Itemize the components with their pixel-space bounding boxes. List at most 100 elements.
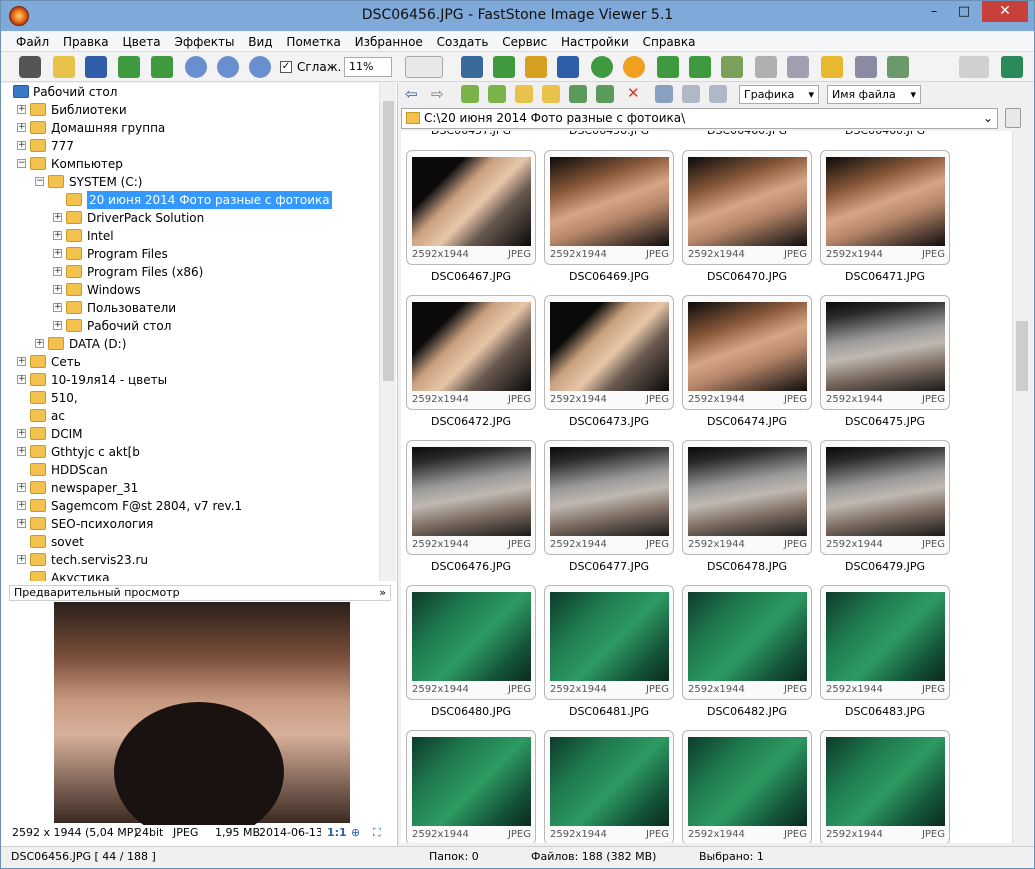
maximize-button[interactable]: □: [950, 1, 978, 22]
thumbnail-image[interactable]: [412, 302, 531, 391]
next-image-icon[interactable]: [151, 56, 173, 78]
thumbnail-card[interactable]: 2592x1944 JPEG: [820, 730, 950, 843]
menu-file[interactable]: Файл: [11, 32, 54, 52]
tree-item[interactable]: − Компьютер: [1, 155, 379, 173]
menu-tag[interactable]: Пометка: [281, 32, 345, 52]
expand-icon[interactable]: +: [53, 303, 62, 312]
forward-icon[interactable]: ⇨: [431, 85, 444, 103]
menu-view[interactable]: Вид: [243, 32, 277, 52]
layout-menu-icon[interactable]: [959, 56, 989, 78]
smooth-checkbox[interactable]: ✓: [280, 61, 292, 73]
tree-item[interactable]: + DCIM: [1, 425, 379, 443]
copy-to-icon[interactable]: [569, 85, 587, 103]
expand-icon[interactable]: +: [53, 267, 62, 276]
expand-icon[interactable]: +: [53, 321, 62, 330]
tree-item[interactable]: + DATA (D:): [1, 335, 379, 353]
menu-settings[interactable]: Настройки: [556, 32, 634, 52]
menu-favorites[interactable]: Избранное: [350, 32, 428, 52]
batch-convert-icon[interactable]: [557, 56, 579, 78]
tree-item[interactable]: 510,: [1, 389, 379, 407]
thumbnail-filename[interactable]: DSC06460.JPG: [820, 131, 950, 137]
thumbnail-card[interactable]: 2592x1944 JPEG: [544, 585, 674, 700]
collapse-icon[interactable]: −: [35, 177, 44, 186]
tree-item[interactable]: + tech.servis23.ru: [1, 551, 379, 569]
tree-item[interactable]: + newspaper_31: [1, 479, 379, 497]
tree-item[interactable]: + Sagemcom F@st 2804, v7 rev.1: [1, 497, 379, 515]
user-icon[interactable]: [591, 56, 613, 78]
thumbnail-image[interactable]: [688, 447, 807, 536]
expand-icon[interactable]: +: [53, 249, 62, 258]
slideshow-icon[interactable]: [461, 56, 483, 78]
tree-item[interactable]: + Program Files (x86): [1, 263, 379, 281]
save-icon[interactable]: [85, 56, 107, 78]
tree-scrollbar[interactable]: [379, 83, 396, 581]
fit-icon[interactable]: ⊕: [351, 825, 360, 841]
expand-icon[interactable]: +: [17, 105, 26, 114]
thumbnail-filename[interactable]: DSC06480.JPG: [406, 705, 536, 718]
collapse-icon[interactable]: −: [17, 159, 26, 168]
thumbnail-card[interactable]: 2592x1944 JPEG: [820, 440, 950, 555]
back-icon[interactable]: ⇦: [405, 85, 418, 103]
grid-scroll-thumb[interactable]: [1016, 321, 1028, 391]
tree-item[interactable]: Рабочий стол: [1, 83, 379, 101]
expand-icon[interactable]: +: [17, 501, 26, 510]
thumbnail-filename[interactable]: DSC06471.JPG: [820, 270, 950, 283]
thumbnail-filename[interactable]: DSC06473.JPG: [544, 415, 674, 428]
close-button[interactable]: ✕: [982, 1, 1028, 22]
thumbnail-card[interactable]: 2592x1944 JPEG: [406, 150, 536, 265]
thumbnail-image[interactable]: [550, 737, 669, 826]
tree-item[interactable]: + SEO-психология: [1, 515, 379, 533]
new-folder-icon[interactable]: [515, 85, 533, 103]
thumbnail-card[interactable]: 2592x1944 JPEG: [820, 150, 950, 265]
recycle-bin-icon[interactable]: [1005, 108, 1021, 128]
sort-dropdown[interactable]: Имя файла ▾: [827, 85, 921, 104]
compare-icon[interactable]: [755, 56, 777, 78]
thumbnail-filename[interactable]: DSC06474.JPG: [682, 415, 812, 428]
thumbnail-card[interactable]: 2592x1944 JPEG: [682, 295, 812, 410]
tree-item[interactable]: + Пользователи: [1, 299, 379, 317]
preview-image[interactable]: [54, 602, 350, 842]
thumbnail-image[interactable]: [550, 157, 669, 246]
menu-tools[interactable]: Сервис: [497, 32, 552, 52]
thumbnail-image[interactable]: [826, 592, 945, 681]
thumbnail-card[interactable]: 2592x1944 JPEG: [406, 440, 536, 555]
thumbnail-card[interactable]: 2592x1944 JPEG: [682, 150, 812, 265]
thumbnail-image[interactable]: [826, 447, 945, 536]
thumbnail-filename[interactable]: DSC06472.JPG: [406, 415, 536, 428]
open-folder-icon[interactable]: [53, 56, 75, 78]
actual-size-button[interactable]: 1:1: [327, 825, 347, 841]
rotate-right-icon[interactable]: [689, 56, 711, 78]
expand-icon[interactable]: +: [35, 339, 44, 348]
actual-size-icon[interactable]: [249, 56, 271, 78]
thumbnail-image[interactable]: [688, 592, 807, 681]
thumbnail-image[interactable]: [412, 737, 531, 826]
expand-icon[interactable]: +: [53, 285, 62, 294]
fullscreen-icon[interactable]: [1001, 56, 1023, 78]
thumbnail-card[interactable]: 2592x1944 JPEG: [544, 730, 674, 843]
expand-icon[interactable]: +: [53, 213, 62, 222]
thumbnail-card[interactable]: 2592x1944 JPEG: [544, 440, 674, 555]
tree-item[interactable]: + Program Files: [1, 245, 379, 263]
pan-hand-icon[interactable]: [405, 56, 443, 78]
thumbnails-view-icon[interactable]: [655, 85, 673, 103]
thumbnail-filename[interactable]: DSC06482.JPG: [682, 705, 812, 718]
thumbnail-image[interactable]: [412, 447, 531, 536]
filter-dropdown[interactable]: Графика ▾: [739, 85, 819, 104]
thumbnail-card[interactable]: 2592x1944 JPEG: [682, 440, 812, 555]
thumbnail-card[interactable]: 2592x1944 JPEG: [820, 585, 950, 700]
thumbnail-filename[interactable]: DSC06469.JPG: [544, 270, 674, 283]
expand-icon[interactable]: +: [17, 447, 26, 456]
chevron-down-icon[interactable]: ⌄: [983, 109, 993, 128]
menu-help[interactable]: Справка: [638, 32, 701, 52]
thumbnail-image[interactable]: [688, 302, 807, 391]
tree-item[interactable]: HDDScan: [1, 461, 379, 479]
zoom-out-icon[interactable]: [217, 56, 239, 78]
address-bar[interactable]: C:\20 июня 2014 Фото разные с фотоика\ ⌄: [401, 108, 998, 129]
thumbnail-image[interactable]: [550, 447, 669, 536]
thumbnail-card[interactable]: 2592x1944 JPEG: [682, 585, 812, 700]
tree-item[interactable]: − SYSTEM (C:): [1, 173, 379, 191]
expand-icon[interactable]: +: [17, 429, 26, 438]
minimize-button[interactable]: –: [920, 1, 948, 22]
tree-item[interactable]: + Библиотеки: [1, 101, 379, 119]
thumbnail-card[interactable]: 2592x1944 JPEG: [544, 295, 674, 410]
